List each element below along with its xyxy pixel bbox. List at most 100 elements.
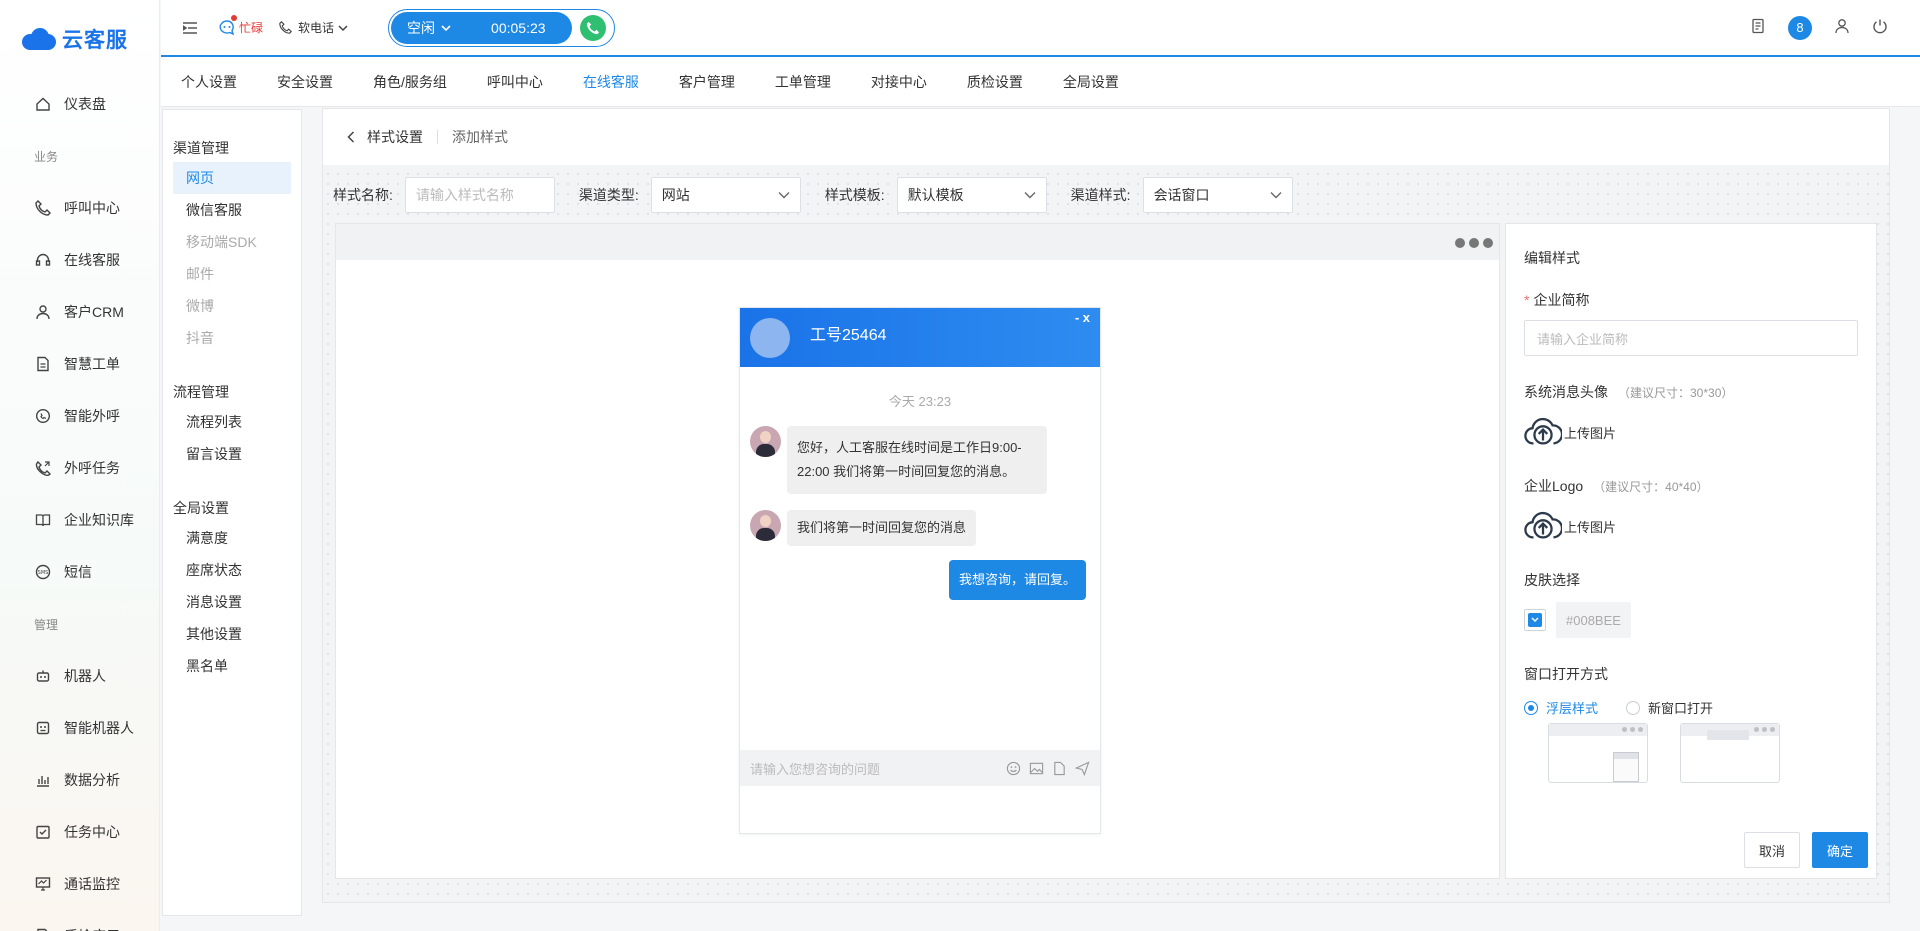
subnav-item[interactable]: 抖音: [173, 322, 291, 354]
float-style-thumbnail[interactable]: [1548, 723, 1648, 783]
sidebar-item[interactable]: 数据分析: [0, 754, 159, 806]
phone-mode-select[interactable]: 软电话: [279, 19, 348, 36]
sidebar-item-label: 机器人: [64, 668, 106, 684]
avatar-label: 系统消息头像 （建议尺寸：30*30）: [1524, 382, 1858, 402]
chevron-down-icon: [1270, 192, 1282, 199]
tab[interactable]: 工单管理: [775, 72, 831, 92]
cancel-button[interactable]: 取消: [1743, 832, 1800, 868]
subnav-item[interactable]: 网页: [173, 162, 291, 194]
tab[interactable]: 在线客服: [583, 72, 639, 92]
sidebar-item[interactable]: 外呼任务: [0, 442, 159, 494]
channel-type-select[interactable]: 网站: [650, 177, 801, 213]
sidebar-item[interactable]: 机器人: [0, 650, 159, 702]
avatar-hint: （建议尺寸：30*30）: [1618, 386, 1734, 400]
edit-style-panel: 编辑样式 * 企业简称 请输入企业简称 系统消息头像 （建议尺寸：30*30） 上传…: [1505, 223, 1877, 879]
user-icon[interactable]: [1834, 18, 1850, 37]
tab[interactable]: 质检设置: [967, 72, 1023, 92]
avatar-upload-button[interactable]: 上传图片: [1524, 414, 1858, 450]
phone-mode-label: 软电话: [298, 21, 335, 35]
sidebar-item[interactable]: 客户CRM: [0, 286, 159, 338]
channel-style-select[interactable]: 会话窗口: [1142, 177, 1293, 213]
upload-label: 上传图片: [1564, 425, 1617, 441]
chat-window-preview: 工号25464 - x 今天 23:23 您好，人工客服在线时间是工作日9:00…: [739, 307, 1101, 834]
subnav-item[interactable]: 满意度: [173, 522, 291, 554]
sidebar-item[interactable]: 智能机器人: [0, 702, 159, 754]
template-select[interactable]: 默认模板: [896, 177, 1047, 213]
agent-status[interactable]: 忙碌: [219, 15, 263, 36]
open-mode-radios: 浮层样式 新窗口打开: [1524, 698, 1858, 717]
subnav-item[interactable]: 消息设置: [173, 586, 291, 618]
tab[interactable]: 个人设置: [181, 72, 237, 92]
tab[interactable]: 全局设置: [1063, 72, 1119, 92]
image-icon[interactable]: [1029, 761, 1044, 776]
cloud-upload-icon: [1524, 417, 1562, 445]
document-icon[interactable]: [1750, 18, 1766, 37]
emoji-icon[interactable]: [1006, 761, 1021, 776]
breadcrumb-parent[interactable]: 样式设置: [367, 127, 423, 147]
chat-input[interactable]: 请输入您想咨询的问题: [740, 750, 1100, 786]
sidebar-item[interactable]: 质检应用: [0, 910, 159, 931]
power-icon[interactable]: [1872, 18, 1888, 37]
subnav-group-title: 流程管理: [173, 384, 229, 400]
subnav-item[interactable]: 微博: [173, 290, 291, 322]
subnav-item[interactable]: 流程列表: [173, 406, 291, 438]
skin-color-value[interactable]: #008BEE: [1556, 602, 1631, 638]
sidebar-item[interactable]: 通话监控: [0, 858, 159, 910]
back-chevron-icon[interactable]: [347, 131, 355, 143]
chat-window-controls[interactable]: - x: [1075, 310, 1090, 325]
subnav-item[interactable]: 留言设置: [173, 438, 291, 470]
tab[interactable]: 角色/服务组: [373, 72, 447, 92]
tab[interactable]: 对接中心: [871, 72, 927, 92]
sidebar-item[interactable]: 仪表盘: [0, 78, 159, 130]
tab[interactable]: 安全设置: [277, 72, 333, 92]
tab[interactable]: 呼叫中心: [487, 72, 543, 92]
tab[interactable]: 客户管理: [679, 72, 735, 92]
message-bubble-mine: 我想咨询，请回复。: [948, 560, 1086, 600]
notification-badge[interactable]: 8: [1788, 15, 1812, 40]
form-actions: 取消 确定: [1743, 832, 1868, 868]
monitor-icon: [34, 875, 52, 893]
sidebar-item-label: 企业知识库: [64, 512, 134, 528]
user-icon: [34, 303, 52, 321]
open-float-radio[interactable]: 浮层样式: [1524, 698, 1598, 717]
task-icon: [34, 823, 52, 841]
sidebar-item[interactable]: 在线客服: [0, 234, 159, 286]
chevron-down-icon: [338, 24, 348, 31]
subnav-item[interactable]: 移动端SDK: [173, 226, 291, 258]
subnav-item[interactable]: 邮件: [173, 258, 291, 290]
home-icon: [34, 95, 52, 113]
confirm-button[interactable]: 确定: [1811, 832, 1868, 868]
new-window-thumbnail[interactable]: [1680, 723, 1780, 783]
send-icon[interactable]: [1075, 760, 1090, 776]
sidebar-item[interactable]: 任务中心: [0, 806, 159, 858]
subnav-spacer: [163, 470, 301, 494]
sidebar-item-label: 呼叫中心: [64, 200, 120, 216]
sidebar-item[interactable]: 智慧工单: [0, 338, 159, 390]
subnav-item[interactable]: 其他设置: [173, 618, 291, 650]
menu-toggle-icon[interactable]: [181, 19, 199, 37]
subnav-item[interactable]: 黑名单: [173, 650, 291, 682]
company-input[interactable]: 请输入企业简称: [1524, 320, 1858, 356]
book-icon: [34, 511, 52, 529]
logo-upload-button[interactable]: 上传图片: [1524, 508, 1858, 544]
sidebar-item[interactable]: 呼叫中心: [0, 182, 159, 234]
logo[interactable]: 云客服: [0, 0, 159, 78]
inspection-icon: [34, 927, 52, 931]
settings-tabs: 个人设置 安全设置 角色/服务组 呼叫中心 在线客服 客户管理 工单管理 对接中心 质检设置 全局…: [161, 57, 1920, 107]
chat-timestamp: 今天 23:23: [888, 394, 952, 409]
subnav-item[interactable]: 微信客服: [173, 194, 291, 226]
chat-message: 您好，人工客服在线时间是工作日9:00-22:00 我们将第一时间回复您的消息。: [750, 426, 1100, 494]
call-state-bar[interactable]: 空闲 00:05:23: [391, 11, 573, 44]
sidebar-item[interactable]: 企业知识库: [0, 494, 159, 546]
style-name-input[interactable]: 请输入样式名称: [404, 177, 555, 213]
open-new-radio[interactable]: 新窗口打开: [1626, 698, 1713, 717]
sidebar-item[interactable]: 智能外呼: [0, 390, 159, 442]
message-bubble: 您好，人工客服在线时间是工作日9:00-22:00 我们将第一时间回复您的消息。: [787, 426, 1047, 494]
answer-call-button[interactable]: [580, 14, 607, 41]
style-name-label: 样式名称:: [333, 187, 393, 203]
file-icon[interactable]: [1052, 761, 1067, 776]
color-picker-button[interactable]: [1524, 609, 1546, 631]
subnav-group-title: 全局设置: [173, 500, 229, 516]
subnav-item[interactable]: 座席状态: [173, 554, 291, 586]
sidebar-item[interactable]: SMS 短信: [0, 546, 159, 598]
